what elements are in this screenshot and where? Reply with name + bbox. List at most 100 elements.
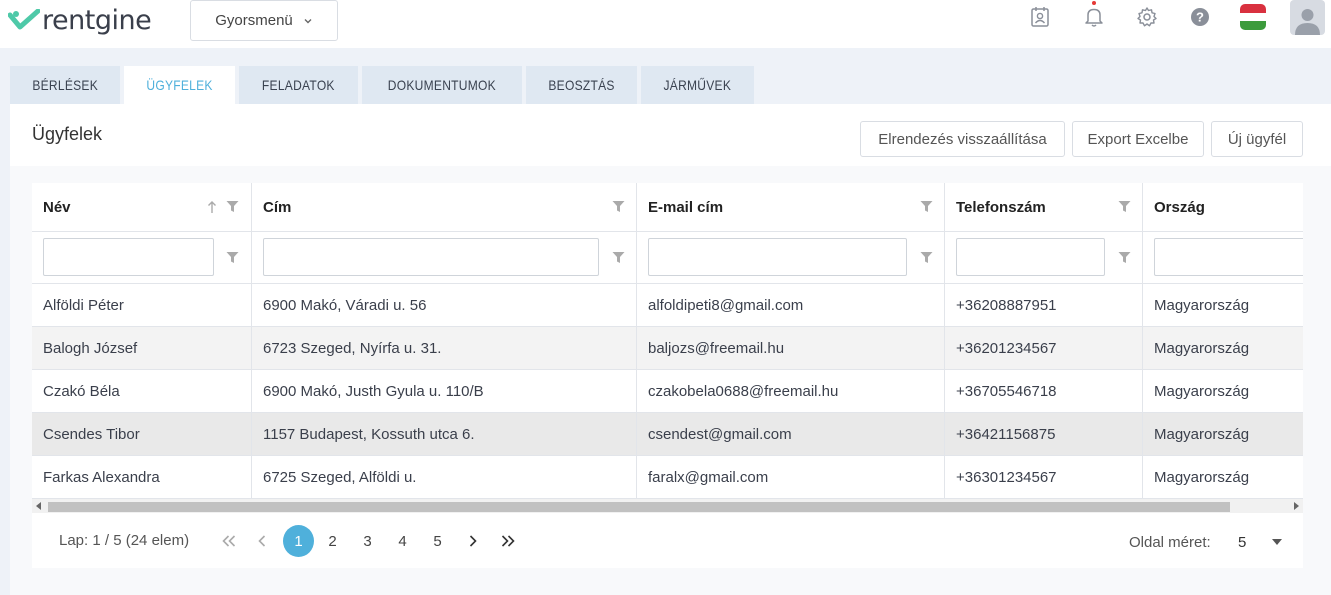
chevron-right-icon xyxy=(469,535,477,547)
page-button-1[interactable]: 1 xyxy=(283,525,314,557)
filter-icon[interactable] xyxy=(226,251,239,264)
cell-name: Czakó Béla xyxy=(32,370,252,412)
phone-filter-input[interactable] xyxy=(956,238,1105,276)
last-page-icon[interactable] xyxy=(492,525,523,557)
previous-page-icon[interactable] xyxy=(246,525,277,557)
cell-phone: +36208887951 xyxy=(945,284,1143,326)
table-row[interactable]: Alföldi Péter 6900 Makó, Váradi u. 56 al… xyxy=(32,284,1303,327)
bell-icon-glyph xyxy=(1085,8,1103,27)
user-avatar-icon[interactable] xyxy=(1290,0,1325,35)
column-header-phone[interactable]: Telefonszám xyxy=(945,183,1143,231)
clients-panel: Ügyfelek Elrendezés visszaállítása Expor… xyxy=(10,104,1331,595)
filter-cell-email xyxy=(637,232,945,283)
filter-icon[interactable] xyxy=(920,251,933,264)
page-title: Ügyfelek xyxy=(32,124,103,144)
sort-ascending-icon[interactable] xyxy=(207,200,217,214)
cell-name: Farkas Alexandra xyxy=(32,456,252,498)
cell-name: Balogh József xyxy=(32,327,252,369)
table-row[interactable]: Farkas Alexandra 6725 Szeged, Alföldi u.… xyxy=(32,456,1303,499)
cell-name: Csendes Tibor xyxy=(32,413,252,455)
contacts-icon[interactable] xyxy=(1026,2,1054,32)
filter-icon[interactable] xyxy=(226,200,239,213)
cell-country: Magyarország xyxy=(1154,339,1250,357)
panel-header: Ügyfelek Elrendezés visszaállítása Expor… xyxy=(10,104,1331,166)
filter-icon[interactable] xyxy=(1118,251,1131,264)
table-header-row: Név Cím E-mail cím Telefonszám Ország xyxy=(32,183,1303,232)
pagination-info: Lap: 1 / 5 (24 elem) xyxy=(59,532,190,549)
reset-layout-button[interactable]: Elrendezés visszaállítása xyxy=(860,121,1065,157)
email-filter-input[interactable] xyxy=(648,238,907,276)
table-filter-row xyxy=(32,232,1303,284)
column-header-country[interactable]: Ország xyxy=(1143,183,1303,231)
svg-text:?: ? xyxy=(1196,10,1204,25)
address-filter-input[interactable] xyxy=(263,238,599,276)
table-row[interactable]: Czakó Béla 6900 Makó, Justh Gyula u. 110… xyxy=(32,370,1303,413)
filter-icon[interactable] xyxy=(612,200,625,213)
next-page-icon[interactable] xyxy=(457,525,488,557)
tab-dokumentumok[interactable]: DOKUMENTUMOK xyxy=(362,66,522,104)
gear-icon[interactable] xyxy=(1133,2,1161,32)
scroll-right-icon[interactable] xyxy=(1294,502,1299,510)
tab-label: BEOSZTÁS xyxy=(548,77,615,93)
rentgine-logo[interactable]: rentgine xyxy=(8,4,152,36)
tab-berlesek[interactable]: BÉRLÉSEK xyxy=(10,66,121,104)
double-chevron-left-icon xyxy=(221,535,235,547)
cell-address: 6900 Makó, Váradi u. 56 xyxy=(252,284,637,326)
cell-email: czakobela0688@freemail.hu xyxy=(637,370,945,412)
clients-table: Név Cím E-mail cím Telefonszám Ország Al… xyxy=(32,183,1303,568)
column-header-label: Cím xyxy=(263,198,292,216)
filter-cell-address xyxy=(252,232,637,283)
scroll-left-icon[interactable] xyxy=(36,502,41,510)
help-icon-glyph: ? xyxy=(1191,8,1209,26)
bell-icon[interactable] xyxy=(1080,1,1108,32)
logo-mark-icon xyxy=(8,9,40,30)
column-header-name[interactable]: Név xyxy=(32,183,252,231)
gear-icon-glyph xyxy=(1137,7,1157,27)
page-button-5[interactable]: 5 xyxy=(422,525,453,557)
cell-email: baljozs@freemail.hu xyxy=(637,327,945,369)
tab-jarmuvek[interactable]: JÁRMŰVEK xyxy=(640,66,754,104)
cell-address: 1157 Budapest, Kossuth utca 6. xyxy=(252,413,637,455)
chevron-left-icon xyxy=(257,535,265,547)
caret-down-icon[interactable] xyxy=(1272,539,1282,545)
page-button-4[interactable]: 4 xyxy=(387,525,418,557)
scrollbar-thumb[interactable] xyxy=(48,502,1230,512)
cell-phone: +36201234567 xyxy=(945,327,1143,369)
cell-phone: +36421156875 xyxy=(945,413,1143,455)
filter-icon[interactable] xyxy=(612,251,625,264)
tab-label: ÜGYFELEK xyxy=(146,77,214,93)
quick-menu-dropdown[interactable]: Gyorsmenü xyxy=(190,0,338,41)
page-button-3[interactable]: 3 xyxy=(352,525,383,557)
cell-country: Magyarország xyxy=(1154,425,1250,443)
cell-name: Alföldi Péter xyxy=(32,284,252,326)
horizontal-scrollbar[interactable] xyxy=(32,499,1303,513)
hungarian-flag-icon[interactable] xyxy=(1240,4,1266,30)
country-filter-input[interactable] xyxy=(1154,238,1303,276)
module-tabs: BÉRLÉSEK ÜGYFELEK FELADATOK DOKUMENTUMOK… xyxy=(10,66,754,104)
name-filter-input[interactable] xyxy=(43,238,214,276)
tab-beosztas[interactable]: BEOSZTÁS xyxy=(525,66,637,104)
column-header-label: Név xyxy=(43,198,71,216)
first-page-icon[interactable] xyxy=(213,525,244,557)
cell-email: faralx@gmail.com xyxy=(637,456,945,498)
table-row[interactable]: Balogh József 6723 Szeged, Nyírfa u. 31.… xyxy=(32,327,1303,370)
help-icon[interactable]: ? xyxy=(1186,2,1214,32)
contacts-icon-glyph xyxy=(1031,7,1049,27)
new-client-button[interactable]: Új ügyfél xyxy=(1211,121,1303,157)
column-header-label: Ország xyxy=(1154,198,1205,216)
export-excel-button[interactable]: Export Excelbe xyxy=(1072,121,1204,157)
column-header-address[interactable]: Cím xyxy=(252,183,637,231)
filter-cell-name xyxy=(32,232,252,283)
column-header-label: E-mail cím xyxy=(648,198,724,216)
column-header-email[interactable]: E-mail cím xyxy=(637,183,945,231)
filter-cell-phone xyxy=(945,232,1143,283)
cell-address: 6723 Szeged, Nyírfa u. 31. xyxy=(252,327,637,369)
filter-icon[interactable] xyxy=(1118,200,1131,213)
tab-ugyfelek[interactable]: ÜGYFELEK xyxy=(124,66,236,104)
pagination-bar: Lap: 1 / 5 (24 elem) 1 2 3 4 5 Oldal mér… xyxy=(32,515,1303,568)
filter-icon[interactable] xyxy=(920,200,933,213)
table-row[interactable]: Csendes Tibor 1157 Budapest, Kossuth utc… xyxy=(32,413,1303,456)
page-button-2[interactable]: 2 xyxy=(317,525,348,557)
page-size-select[interactable]: 5 xyxy=(1238,534,1246,551)
tab-feladatok[interactable]: FELADATOK xyxy=(239,66,359,104)
